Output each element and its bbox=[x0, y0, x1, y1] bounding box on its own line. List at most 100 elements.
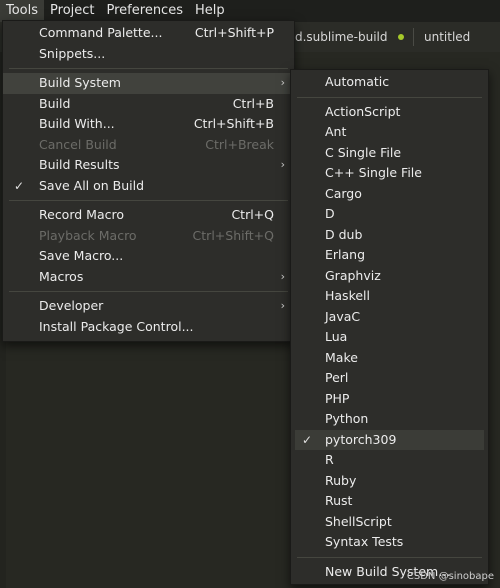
shortcut-text: Ctrl+Q bbox=[231, 207, 274, 222]
menu-separator bbox=[9, 200, 288, 201]
build-system-item-cargo[interactable]: Cargo bbox=[291, 184, 488, 205]
tools-item-save-macro[interactable]: Save Macro... bbox=[3, 246, 294, 267]
menu-item-label: Cancel Build bbox=[39, 136, 117, 152]
shortcut-text: Ctrl+Shift+P bbox=[194, 25, 274, 40]
chevron-right-icon: › bbox=[280, 299, 285, 312]
menu-separator bbox=[297, 556, 482, 558]
menu-item-label: Build System bbox=[39, 75, 121, 90]
build-system-item-c-single-file[interactable]: C++ Single File bbox=[291, 163, 488, 184]
build-system-item-d-dub[interactable]: D dub bbox=[291, 225, 488, 246]
menu-project[interactable]: Project bbox=[44, 0, 100, 22]
menu-item-label: Erlang bbox=[325, 247, 366, 262]
menu-item-label: Perl bbox=[325, 370, 349, 385]
menu-item-label: Install Package Control... bbox=[39, 318, 194, 334]
menu-item-label: Python bbox=[325, 411, 369, 426]
menu-item-label: Build Results bbox=[39, 157, 120, 172]
menu-item-label: Rust bbox=[325, 493, 353, 508]
build-system-item-syntax-tests[interactable]: Syntax Tests bbox=[291, 532, 488, 553]
menu-preferences[interactable]: Preferences bbox=[101, 0, 189, 22]
menu-item-label: Record Macro bbox=[39, 207, 124, 222]
menu-item-label: Snippets... bbox=[39, 45, 106, 61]
menu-item-label: ShellScript bbox=[325, 513, 392, 529]
menu-item-label: Developer bbox=[39, 298, 104, 313]
menu-item-label: Lua bbox=[325, 329, 348, 344]
tools-menu: Command Palette... Ctrl+Shift+P Snippets..… bbox=[2, 20, 295, 342]
checkmark-icon: ✓ bbox=[302, 432, 313, 447]
menu-separator bbox=[9, 68, 288, 69]
build-system-item-automatic[interactable]: Automatic bbox=[291, 72, 488, 93]
tools-item-build-with[interactable]: Build With... Ctrl+Shift+B bbox=[3, 114, 294, 135]
menu-item-label: JavaC bbox=[325, 308, 361, 324]
watermark: CSDN @sinobape bbox=[406, 571, 494, 582]
tools-item-snippets[interactable]: Snippets... bbox=[3, 44, 294, 65]
build-system-item-c-single-file[interactable]: C Single File bbox=[291, 143, 488, 164]
menu-item-label: Make bbox=[325, 349, 358, 365]
menu-item-label: Cargo bbox=[325, 185, 362, 201]
build-system-item-r[interactable]: R bbox=[291, 450, 488, 471]
menu-item-label: Playback Macro bbox=[39, 227, 137, 243]
tools-item-cancel-build: Cancel Build Ctrl+Break bbox=[3, 135, 294, 156]
menu-item-label: D bbox=[325, 206, 335, 221]
tools-item-save-all-on-build[interactable]: ✓ Save All on Build bbox=[3, 176, 294, 197]
menu-item-label: Command Palette... bbox=[39, 25, 163, 40]
build-system-item-perl[interactable]: Perl bbox=[291, 368, 488, 389]
menu-separator bbox=[9, 291, 288, 292]
menu-tools[interactable]: Tools bbox=[0, 0, 45, 22]
menu-item-label: Haskell bbox=[325, 288, 371, 303]
build-system-item-ant[interactable]: Ant bbox=[291, 122, 488, 143]
menu-item-label: C++ Single File bbox=[325, 165, 422, 180]
tab-untitled[interactable]: untitled bbox=[424, 22, 470, 52]
tab-separator bbox=[413, 28, 414, 46]
menu-item-label: C Single File bbox=[325, 144, 402, 160]
tools-item-macros[interactable]: Macros › bbox=[3, 267, 294, 288]
chevron-right-icon: › bbox=[280, 158, 285, 171]
menu-item-label: Syntax Tests bbox=[325, 534, 404, 549]
build-system-item-make[interactable]: Make bbox=[291, 348, 488, 369]
menu-item-label: D dub bbox=[325, 226, 363, 242]
menu-separator bbox=[297, 96, 482, 98]
menu-item-label: Ruby bbox=[325, 472, 357, 488]
build-system-item-graphviz[interactable]: Graphviz bbox=[291, 266, 488, 287]
tools-item-build-results[interactable]: Build Results › bbox=[3, 155, 294, 176]
tools-item-record-macro[interactable]: Record Macro Ctrl+Q bbox=[3, 205, 294, 226]
shortcut-text: Ctrl+Shift+Q bbox=[192, 227, 274, 243]
build-system-item-rust[interactable]: Rust bbox=[291, 491, 488, 512]
menu-item-label: pytorch309 bbox=[325, 431, 397, 447]
menu-item-label: Macros bbox=[39, 268, 84, 284]
menu-item-label: Ant bbox=[325, 124, 347, 139]
menu-item-label: ActionScript bbox=[325, 103, 401, 119]
tools-item-playback-macro: Playback Macro Ctrl+Shift+Q bbox=[3, 226, 294, 247]
shortcut-text: Ctrl+Shift+B bbox=[193, 116, 274, 131]
build-system-item-erlang[interactable]: Erlang bbox=[291, 245, 488, 266]
tab-sublime-build[interactable]: d.sublime-build bbox=[295, 22, 387, 52]
tools-item-command-palette[interactable]: Command Palette... Ctrl+Shift+P bbox=[3, 23, 294, 44]
tools-item-developer[interactable]: Developer › bbox=[3, 296, 294, 317]
build-system-item-shellscript[interactable]: ShellScript bbox=[291, 512, 488, 533]
shortcut-text: Ctrl+B bbox=[232, 95, 274, 111]
build-system-item-javac[interactable]: JavaC bbox=[291, 307, 488, 328]
menu-item-label: Automatic bbox=[325, 74, 390, 89]
build-system-item-lua[interactable]: Lua bbox=[291, 327, 488, 348]
build-system-item-actionscript[interactable]: ActionScript bbox=[291, 102, 488, 123]
build-system-item-ruby[interactable]: Ruby bbox=[291, 471, 488, 492]
shortcut-text: Ctrl+Break bbox=[205, 136, 274, 152]
build-system-submenu: Automatic ActionScript Ant C Single File C++… bbox=[290, 69, 489, 585]
tools-item-build-system[interactable]: Build System › bbox=[3, 73, 294, 94]
chevron-right-icon: › bbox=[280, 269, 285, 283]
build-system-item-php[interactable]: PHP bbox=[291, 389, 488, 410]
menu-help[interactable]: Help bbox=[189, 0, 231, 22]
build-system-item-python[interactable]: Python bbox=[291, 409, 488, 430]
menu-item-label: Build With... bbox=[39, 116, 115, 131]
build-system-item-d[interactable]: D bbox=[291, 204, 488, 225]
tools-item-install-package-control[interactable]: Install Package Control... bbox=[3, 317, 294, 338]
unsaved-dot-icon bbox=[398, 34, 404, 40]
menu-item-label: Graphviz bbox=[325, 267, 381, 283]
menu-item-label: R bbox=[325, 452, 334, 467]
build-system-item-pytorch309[interactable]: ✓ pytorch309 bbox=[295, 429, 484, 450]
build-system-item-haskell[interactable]: Haskell bbox=[291, 286, 488, 307]
menu-item-label: Build bbox=[39, 95, 71, 111]
tools-item-build[interactable]: Build Ctrl+B bbox=[3, 94, 294, 115]
chevron-right-icon: › bbox=[280, 76, 285, 89]
menu-item-label: Save Macro... bbox=[39, 248, 124, 263]
checkmark-icon: ✓ bbox=[14, 178, 25, 193]
